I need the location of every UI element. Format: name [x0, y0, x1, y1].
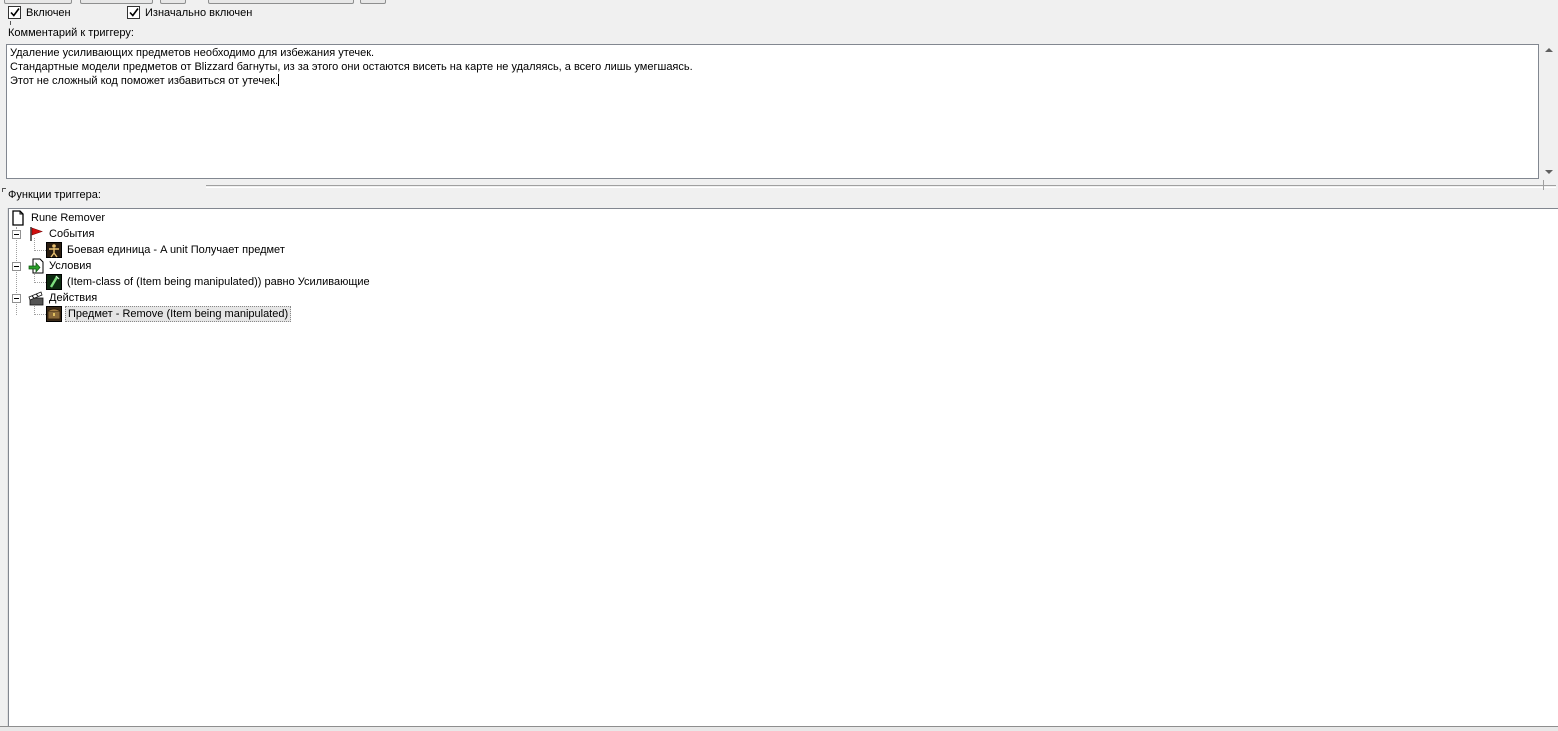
- initially-on-label: Изначально включен: [145, 6, 253, 19]
- comment-line: Удаление усиливающих предметов необходим…: [10, 47, 375, 59]
- toolbar-button[interactable]: [4, 0, 72, 4]
- actions-label: Действия: [49, 292, 98, 304]
- functions-label: Функции триггера:: [8, 189, 101, 201]
- unit-icon: [46, 242, 62, 258]
- tree-line: [35, 282, 46, 283]
- red-flag-icon: [30, 227, 43, 241]
- action-item-label: Предмет - Remove (Item being manipulated…: [65, 306, 292, 322]
- tree-gutter: [0, 208, 8, 726]
- toolbar-button-group[interactable]: [208, 0, 354, 4]
- item-class-icon: [46, 274, 62, 290]
- initially-on-checkbox[interactable]: Изначально включен: [127, 6, 252, 19]
- enabled-label: Включен: [26, 6, 71, 19]
- collapse-actions-icon[interactable]: [12, 294, 21, 303]
- divider: [10, 21, 11, 25]
- tree-line: [35, 314, 46, 315]
- comment-line: Стандартные модели предметов от Blizzard…: [10, 60, 693, 73]
- collapse-conditions-icon[interactable]: [12, 262, 21, 271]
- tree-node-action-item[interactable]: Предмет - Remove (Item being manipulated…: [46, 306, 292, 322]
- bottom-edge: [0, 726, 1558, 731]
- tree-node-conditions[interactable]: Условия: [28, 258, 93, 274]
- checkbox-box[interactable]: [127, 6, 140, 19]
- splitter-edge: [1543, 180, 1555, 190]
- clapperboard-icon: [28, 291, 44, 306]
- collapse-events-icon[interactable]: [12, 230, 21, 239]
- check-mark-icon: [129, 8, 139, 17]
- toolbar-button[interactable]: [80, 0, 153, 4]
- label-marker: [2, 188, 6, 192]
- toolbar-button[interactable]: [160, 0, 186, 4]
- scroll-down-icon[interactable]: [1545, 170, 1553, 174]
- checkbox-box[interactable]: [8, 6, 21, 19]
- conditions-label: Условия: [49, 260, 92, 272]
- tree-root-label: Rune Remover: [31, 212, 105, 224]
- check-mark-icon: [10, 8, 20, 17]
- tree-node-event-item[interactable]: Боевая единица - A unit Получает предмет: [46, 242, 287, 258]
- document-icon: [12, 210, 24, 226]
- comment-label: Комментарий к триггеру:: [8, 27, 134, 39]
- tree-line: [35, 250, 46, 251]
- toolbar-button[interactable]: [360, 0, 386, 4]
- trigger-functions-tree[interactable]: Rune Remover События Боевая единица - A …: [8, 208, 1558, 726]
- tree-node-actions[interactable]: Действия: [28, 290, 99, 306]
- panel-splitter[interactable]: [206, 185, 1556, 188]
- tree-node-events[interactable]: События: [28, 226, 96, 242]
- comment-line: Этот не сложный код поможет избавиться о…: [10, 75, 279, 87]
- top-toolbar: [0, 0, 400, 4]
- comment-textarea[interactable]: Удаление усиливающих предметов необходим…: [6, 44, 1539, 179]
- chest-icon: [46, 306, 62, 322]
- events-label: События: [49, 228, 95, 240]
- condition-arrow-icon: [28, 258, 44, 274]
- enabled-checkbox[interactable]: Включен: [8, 6, 71, 19]
- comment-scrollbar[interactable]: [1543, 44, 1555, 180]
- condition-item-label: (Item-class of (Item being manipulated))…: [67, 276, 370, 288]
- tree-node-condition-item[interactable]: (Item-class of (Item being manipulated))…: [46, 274, 372, 290]
- tree-root[interactable]: Rune Remover: [10, 210, 107, 226]
- text-caret: [278, 74, 280, 86]
- event-item-label: Боевая единица - A unit Получает предмет: [67, 244, 285, 256]
- scroll-up-icon[interactable]: [1545, 48, 1553, 52]
